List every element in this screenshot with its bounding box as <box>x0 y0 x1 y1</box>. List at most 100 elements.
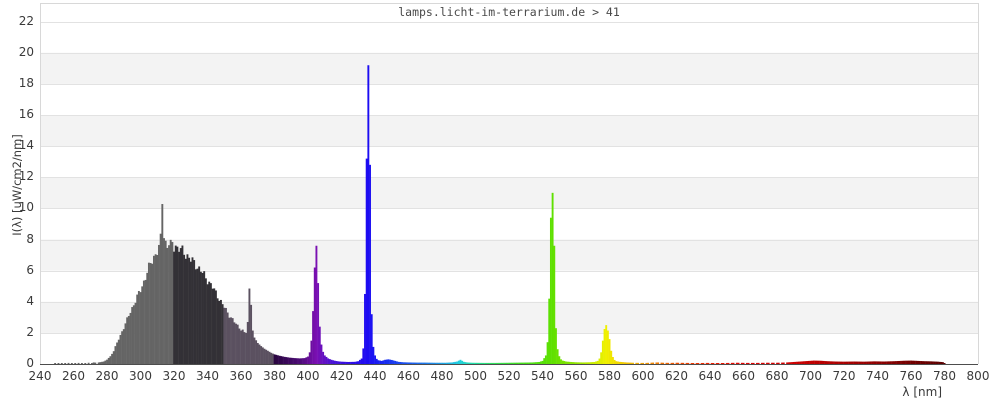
spectrum-bar <box>777 362 780 364</box>
spectrum-bar <box>136 294 139 364</box>
spectrum-bar <box>320 344 323 364</box>
spectrum-bar <box>134 302 137 364</box>
spectrum-bar <box>258 344 261 364</box>
x-tick-label: 660 <box>732 369 755 383</box>
spectrum-bar <box>471 362 474 364</box>
spectrum-bar <box>350 361 353 364</box>
x-tick-label: 480 <box>430 369 454 383</box>
spectrum-bar <box>657 362 660 364</box>
spectrum-bar <box>898 360 901 364</box>
spectrum-bar <box>442 362 445 364</box>
spectrum-bar <box>288 357 291 364</box>
spectrum-bar <box>523 362 526 364</box>
spectrum-bar <box>198 266 201 364</box>
spectrum-bar <box>233 322 236 364</box>
spectrum-bar <box>879 361 882 364</box>
spectrum-bar <box>151 263 154 364</box>
spectrum-bar <box>936 361 939 364</box>
spectrum-bar <box>757 362 760 364</box>
spectrum-bar <box>328 359 331 364</box>
spectrum-bar <box>923 361 926 364</box>
spectrum-bar <box>672 362 675 364</box>
spectrum-bar <box>337 361 340 364</box>
spectrum-bar <box>876 361 879 364</box>
spectrum-bar <box>824 361 827 364</box>
spectrum-bar <box>397 361 400 364</box>
spectrum-bar <box>385 359 388 364</box>
spectrum-bar <box>67 362 70 364</box>
spectrum-bar <box>848 361 851 364</box>
spectrum-bar <box>387 359 390 364</box>
spectrum-bar <box>725 362 728 364</box>
y-tick-label: 6 <box>26 262 34 277</box>
spectrum-bar <box>578 362 581 364</box>
spectrum-bar <box>390 359 393 364</box>
spectrum-bar <box>153 255 155 364</box>
spectrum-bar <box>481 362 484 364</box>
spectrum-bar <box>735 362 738 364</box>
spectrum-bar <box>226 312 229 364</box>
spectrum-bar <box>379 360 382 364</box>
spectrum-bar <box>238 328 241 364</box>
spectrum-bar <box>896 361 899 364</box>
spectrum-bar <box>94 362 97 364</box>
spectrum-bar <box>280 356 283 364</box>
spectrum-bar <box>570 361 572 364</box>
x-tick-label: 800 <box>966 369 990 383</box>
spectrum-bar <box>610 350 613 364</box>
spectrum-bar <box>243 332 246 364</box>
spectrum-bar <box>248 288 251 364</box>
spectrum-bar <box>213 288 216 364</box>
spectrum-bar <box>106 359 108 364</box>
spectrum-bar <box>836 361 839 364</box>
spectrum-bar <box>206 284 209 364</box>
spectrum-bar <box>216 298 219 364</box>
spectrum-bar <box>292 357 294 364</box>
spectrum-bar <box>456 361 459 364</box>
spectrum-bar <box>568 361 571 364</box>
spectrum-bar <box>127 315 130 364</box>
spectrum-bar <box>628 362 631 364</box>
spectrum-bar <box>230 317 232 364</box>
spectrum-bar <box>241 329 244 364</box>
spectrum-bar <box>60 363 63 364</box>
spectrum-bar <box>263 348 266 364</box>
spectrum-bar <box>613 359 616 364</box>
spectrum-bar <box>101 361 103 364</box>
spectrum-bar <box>667 362 670 364</box>
spectrum-bar <box>740 362 743 364</box>
spectrum-bar <box>794 361 797 364</box>
spectrum-bar <box>844 361 847 364</box>
spectrum-bar <box>611 356 614 364</box>
spectrum-bar <box>606 330 609 364</box>
spectrum-bar <box>54 363 57 364</box>
x-tick-label: 380 <box>263 369 286 383</box>
spectrum-bar <box>400 362 403 364</box>
spectrum-bar <box>590 362 593 364</box>
spectrum-bar <box>913 360 916 364</box>
spectrum-bar <box>677 362 680 364</box>
spectrum-bar <box>359 359 361 364</box>
spectrum-bar <box>625 362 628 364</box>
spectrum-bar <box>690 362 693 364</box>
spectrum-bar <box>819 360 822 364</box>
spectrum-bar <box>943 363 946 364</box>
spectrum-bar <box>742 362 745 364</box>
spectrum-bar <box>553 245 556 364</box>
spectrum-bar <box>642 362 644 364</box>
spectrum-bar <box>488 362 490 364</box>
spectrum-bar <box>863 361 866 364</box>
spectrum-bar <box>461 360 464 364</box>
spectrum-bar <box>918 360 921 364</box>
spectrum-bar <box>854 361 857 364</box>
spectrum-bar <box>305 357 308 364</box>
spectrum-bar <box>893 361 896 364</box>
spectrum-bar <box>287 357 289 364</box>
spectrum-bar <box>586 362 589 364</box>
spectrum-bar <box>585 362 588 364</box>
spectrum-bar <box>637 362 639 364</box>
spectrum-bar <box>806 361 809 364</box>
spectrum-bar <box>910 360 912 364</box>
x-axis-title: λ [nm] <box>902 385 942 399</box>
chart-plot-area <box>40 3 979 365</box>
